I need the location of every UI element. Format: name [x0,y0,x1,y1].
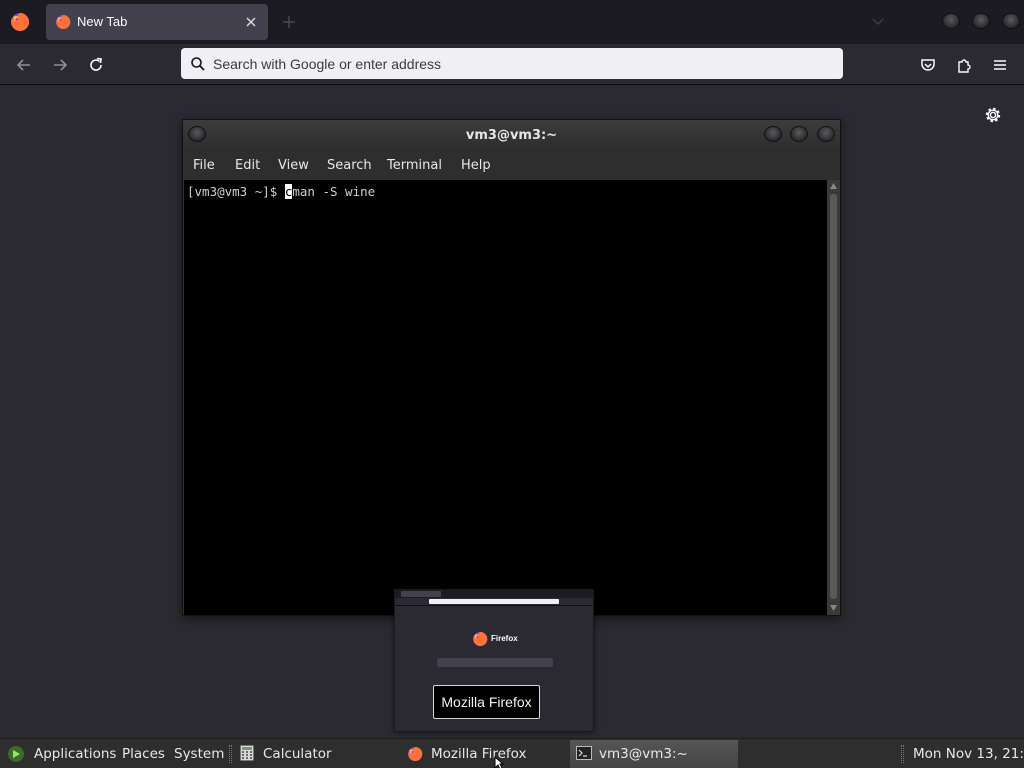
terminal-titlebar[interactable]: vm3@vm3:~ [183,120,840,151]
taskbar-terminal[interactable]: vm3@vm3:~ [570,740,738,768]
preview-window-title: Mozilla Firefox [433,685,540,719]
scroll-down-arrow-icon[interactable] [830,605,837,611]
panel-separator [901,745,904,763]
minimize-window-button[interactable] [942,13,960,29]
firefox-icon [408,746,423,761]
firefox-menu-icon[interactable] [10,12,30,32]
new-tab-plus-icon[interactable] [282,15,296,29]
preview-search-box [437,658,553,667]
menu-terminal[interactable]: Terminal [387,158,442,173]
panel-separator [229,745,232,763]
bottom-panel: Applications Places System Calculator Mo… [0,738,1024,768]
taskbar-firefox[interactable]: Mozilla Firefox [402,739,568,768]
search-input[interactable] [213,52,833,75]
terminal-icon [576,746,592,760]
maximize-button[interactable] [790,126,808,142]
clock[interactable]: Mon Nov 13, 21:27 [913,746,1024,762]
tab-strip: New Tab [0,0,1024,44]
menu-search[interactable]: Search [327,158,372,173]
navigation-toolbar [0,44,1024,85]
minimize-button[interactable] [764,126,782,142]
applications-menu[interactable]: Applications [34,746,116,762]
list-all-tabs-chevron-down-icon[interactable] [872,18,884,26]
reload-icon[interactable] [87,56,105,74]
scroll-up-arrow-icon[interactable] [830,183,837,189]
preview-brand-text: Firefox [491,634,518,643]
calculator-launcher[interactable]: Calculator [263,746,332,762]
places-menu[interactable]: Places [122,746,165,762]
mate-menu-icon[interactable] [6,745,26,763]
gear-icon[interactable] [984,106,1002,124]
mouse-pointer-icon [494,756,504,768]
tab-new-tab[interactable]: New Tab [46,4,268,40]
maximize-window-button[interactable] [972,13,990,29]
window-title: vm3@vm3:~ [465,128,558,143]
window-preview-popup[interactable]: Firefox Mozilla Firefox [394,589,594,732]
menu-help[interactable]: Help [461,158,491,173]
terminal-screen[interactable]: [vm3@vm3 ~]$ cman -S wine [184,180,827,615]
terminal-scrollbar[interactable] [827,180,840,615]
menu-edit[interactable]: Edit [235,158,260,173]
system-menu[interactable]: System [174,746,224,762]
command-line: [vm3@vm3 ~]$ cman -S wine [187,184,375,199]
search-icon [191,57,205,71]
command-text: man -S wine [292,184,376,199]
terminal-menubar: File Edit View Search Terminal Help [183,151,840,180]
firefox-logo-icon [473,631,488,646]
taskbar-firefox-label: Mozilla Firefox [431,746,527,762]
preview-tabbar [395,590,593,598]
terminal-window[interactable]: vm3@vm3:~ File Edit View Search Terminal… [182,119,841,616]
menu-icon[interactable] [991,56,1009,74]
shell-prompt: [vm3@vm3 ~]$ [187,184,285,199]
pocket-icon[interactable] [919,56,937,74]
address-bar[interactable] [181,48,843,79]
preview-tab [401,591,441,597]
close-window-button[interactable] [1002,13,1020,29]
forward-arrow-icon[interactable] [51,56,69,74]
tab-title: New Tab [77,14,128,29]
preview-urlbar [429,599,559,604]
extensions-icon[interactable] [955,56,973,74]
firefox-icon [56,14,71,29]
taskbar-terminal-label: vm3@vm3:~ [599,746,688,762]
menu-view[interactable]: View [278,158,309,173]
menu-file[interactable]: File [193,158,215,173]
back-arrow-icon[interactable] [15,56,33,74]
scrollbar-thumb[interactable] [830,194,837,599]
close-button[interactable] [817,126,835,142]
close-tab-icon[interactable] [244,15,258,29]
calculator-icon[interactable] [240,745,254,761]
